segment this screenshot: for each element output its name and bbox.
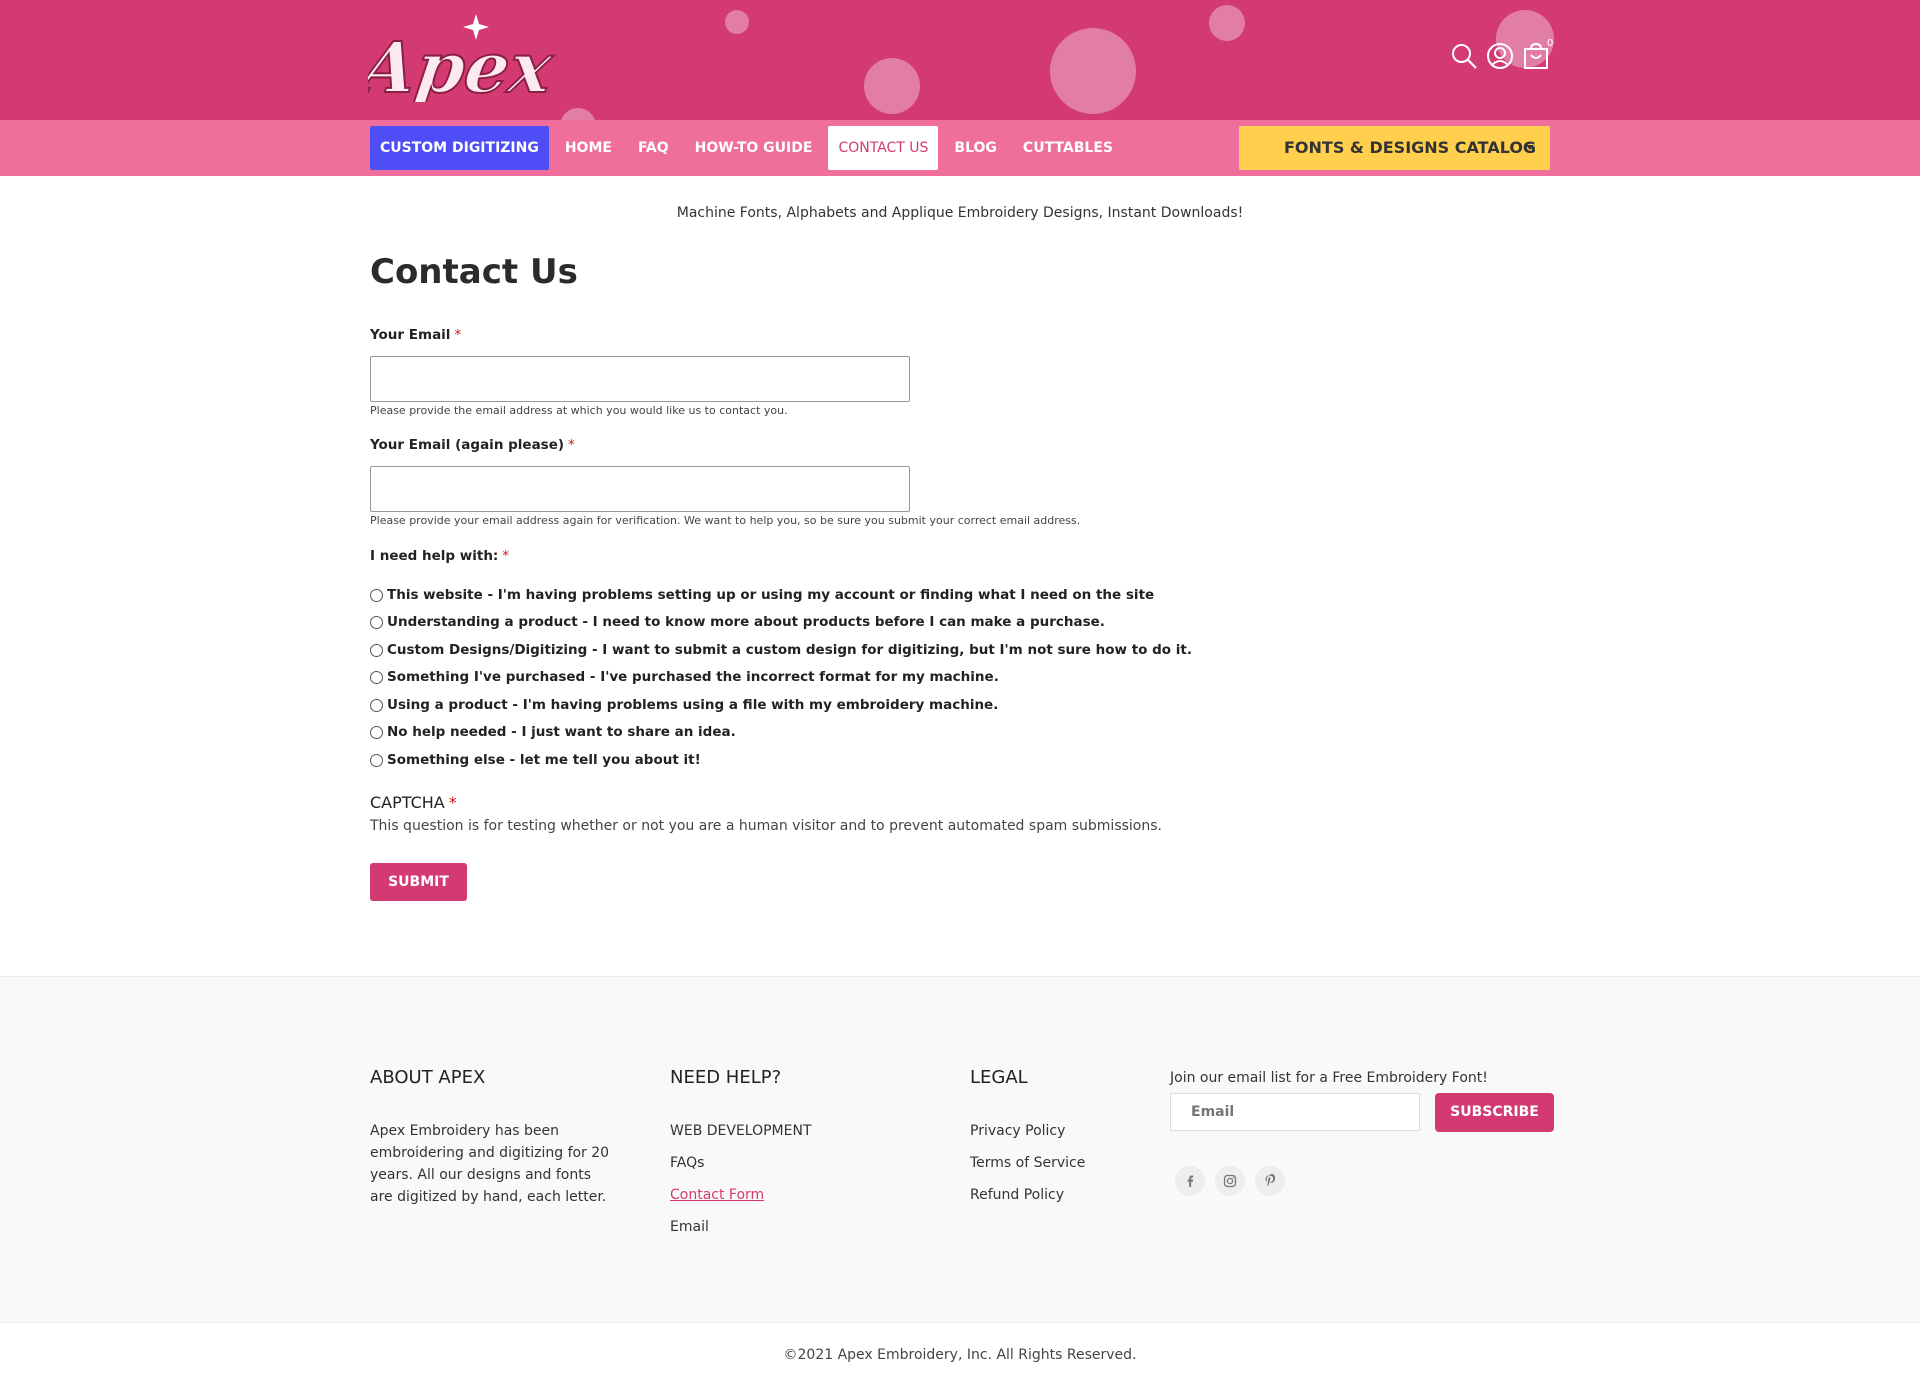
footer-link-faqs[interactable]: FAQs — [670, 1155, 704, 1171]
footer-about-text: Apex Embroidery has been embroidering an… — [370, 1123, 610, 1205]
email-confirm-label-text: Your Email (again please) — [370, 437, 565, 453]
radio-button[interactable] — [370, 615, 383, 629]
help-option[interactable]: Understanding a product - I need to know… — [370, 614, 1105, 630]
catalog-dropdown-button[interactable]: FONTS & DESIGNS CATALOG — [1239, 126, 1550, 170]
help-topic-label-text: I need help with: — [370, 548, 499, 564]
captcha-title-text: CAPTCHA — [370, 793, 445, 812]
nav-how-to-guide[interactable]: HOW-TO GUIDE — [685, 126, 823, 170]
help-option-label: Using a product - I'm having problems us… — [387, 697, 999, 713]
footer-link-contact-form[interactable]: Contact Form — [670, 1187, 764, 1203]
pinterest-icon[interactable] — [1255, 1166, 1285, 1196]
email-confirm-help-text: Please provide your email address again … — [370, 514, 1081, 527]
header-icons — [1450, 42, 1550, 70]
captcha-description: This question is for testing whether or … — [370, 818, 1162, 834]
footer-legal-title: LEGAL — [970, 1067, 1028, 1088]
newsletter-text: Join our email list for a Free Embroider… — [1170, 1070, 1488, 1086]
required-mark: * — [454, 327, 462, 343]
decor-bubble — [725, 10, 749, 34]
email-label-text: Your Email — [370, 327, 451, 343]
email-confirm-label: Your Email (again please) * — [370, 437, 575, 453]
help-option[interactable]: Custom Designs/Digitizing - I want to su… — [370, 642, 1192, 658]
email-confirm-field[interactable] — [370, 466, 910, 512]
cart-count-badge: 0 — [1547, 38, 1554, 49]
submit-button[interactable]: SUBMIT — [370, 863, 467, 901]
decor-bubble — [1050, 28, 1136, 114]
nav-faq[interactable]: FAQ — [628, 126, 679, 170]
radio-button[interactable] — [370, 670, 383, 684]
footer-about-title: ABOUT APEX — [370, 1067, 486, 1088]
copyright-text: ©2021 Apex Embroidery, Inc. All Rights R… — [783, 1347, 1137, 1363]
email-label: Your Email * — [370, 327, 461, 343]
help-option-label: Understanding a product - I need to know… — [387, 614, 1105, 630]
main-nav-bar: CUSTOM DIGITIZING HOME FAQ HOW-TO GUIDE … — [0, 120, 1920, 176]
nav-blog[interactable]: BLOG — [944, 126, 1007, 170]
site-tagline: Machine Fonts, Alphabets and Applique Em… — [676, 205, 1244, 221]
help-topic-label: I need help with: * — [370, 548, 509, 564]
footer-help-title: NEED HELP? — [670, 1067, 782, 1088]
help-option[interactable]: Something I've purchased - I've purchase… — [370, 669, 999, 685]
radio-button[interactable] — [370, 698, 383, 712]
header-bar: Apex 0 — [0, 0, 1920, 120]
copyright-bar: ©2021 Apex Embroidery, Inc. All Rights R… — [0, 1322, 1920, 1385]
help-option-label: This website - I'm having problems setti… — [387, 587, 1155, 603]
catalog-label: FONTS & DESIGNS CATALOG — [1284, 138, 1537, 157]
decor-bubble — [560, 108, 596, 120]
help-option-label: Something else - let me tell you about i… — [387, 752, 701, 768]
email-field[interactable] — [370, 356, 910, 402]
footer-link-web-development[interactable]: WEB DEVELOPMENT — [670, 1123, 812, 1139]
instagram-icon[interactable] — [1215, 1166, 1245, 1196]
help-option-label: Custom Designs/Digitizing - I want to su… — [387, 642, 1192, 658]
required-mark: * — [568, 437, 575, 453]
radio-button[interactable] — [370, 588, 383, 602]
facebook-icon[interactable] — [1175, 1166, 1205, 1196]
radio-button[interactable] — [370, 753, 383, 767]
apex-logo[interactable]: Apex — [368, 10, 574, 102]
required-mark: * — [448, 793, 457, 812]
nav-cuttables[interactable]: CUTTABLES — [1013, 126, 1123, 170]
help-option-label: No help needed - I just want to share an… — [387, 724, 736, 740]
newsletter-email-input[interactable] — [1170, 1093, 1420, 1131]
caret-down-icon — [1526, 145, 1534, 150]
footer-link-refund-policy[interactable]: Refund Policy — [970, 1187, 1064, 1203]
footer-link-terms-of-service[interactable]: Terms of Service — [970, 1155, 1085, 1171]
nav-contact-us[interactable]: CONTACT US — [828, 126, 939, 170]
help-option[interactable]: This website - I'm having problems setti… — [370, 587, 1154, 603]
email-help-text: Please provide the email address at whic… — [370, 404, 788, 417]
captcha-title: CAPTCHA * — [370, 793, 457, 812]
required-mark: * — [502, 548, 510, 564]
nav-custom-digitizing[interactable]: CUSTOM DIGITIZING — [370, 126, 549, 170]
decor-bubble — [864, 58, 920, 114]
help-option-label: Something I've purchased - I've purchase… — [387, 669, 999, 685]
footer-link-privacy-policy[interactable]: Privacy Policy — [970, 1123, 1065, 1139]
nav-home[interactable]: HOME — [555, 126, 622, 170]
search-icon[interactable] — [1450, 42, 1478, 70]
subscribe-button[interactable]: SUBSCRIBE — [1435, 1093, 1554, 1132]
help-option[interactable]: Something else - let me tell you about i… — [370, 752, 701, 768]
main-nav: CUSTOM DIGITIZING HOME FAQ HOW-TO GUIDE … — [370, 126, 1129, 170]
svg-text:Apex: Apex — [368, 26, 558, 102]
radio-button[interactable] — [370, 725, 383, 739]
radio-button[interactable] — [370, 643, 383, 657]
page-title: Contact Us — [370, 252, 578, 292]
decor-bubble — [1209, 5, 1245, 41]
cart-icon[interactable] — [1522, 42, 1550, 70]
help-option[interactable]: No help needed - I just want to share an… — [370, 724, 736, 740]
footer-link-email[interactable]: Email — [670, 1219, 709, 1235]
account-icon[interactable] — [1486, 42, 1514, 70]
help-option[interactable]: Using a product - I'm having problems us… — [370, 697, 998, 713]
footer: ABOUT APEX Apex Embroidery has been embr… — [0, 976, 1920, 1322]
